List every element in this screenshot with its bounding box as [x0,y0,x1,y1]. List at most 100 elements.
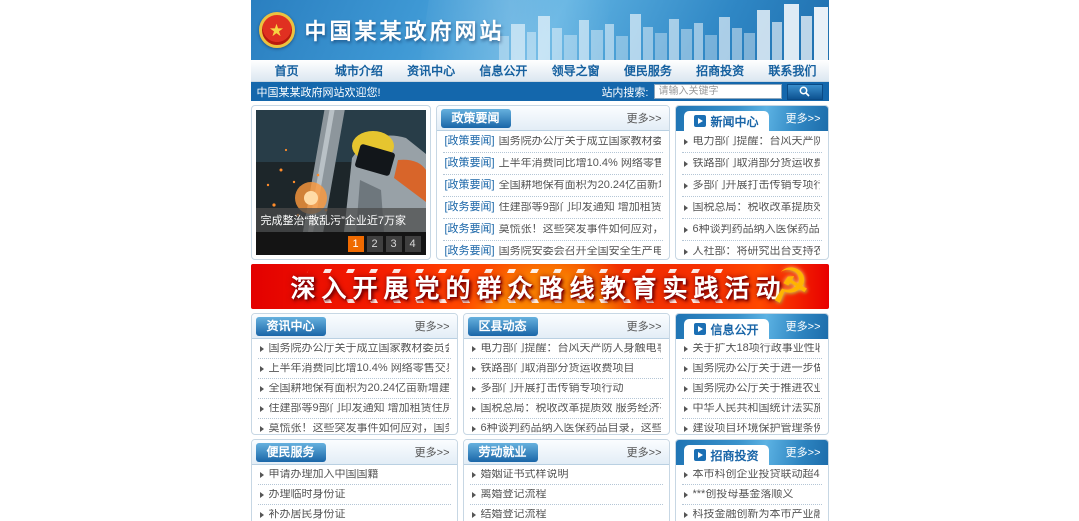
news-item[interactable]: 本市科创企业投贷联动超40亿元 [682,465,822,485]
news-item[interactable]: 铁路部门取消部分货运收费项目 [470,359,663,379]
page-button[interactable]: 4 [405,236,421,252]
news-tag: [政务要闻] [445,246,495,257]
news-item[interactable]: 多部门开展打击传销专项行动 [682,175,822,197]
nav-item[interactable]: 资讯中心 [395,60,467,81]
news-item[interactable]: 结婚登记流程 [470,505,663,521]
panel-tab[interactable]: 政策要闻 [441,109,511,128]
news-text: 办理临时身份证 [269,489,346,500]
page-container: ★ 中国某某政府网站 [251,0,829,521]
news-text: 国务院办公厅关于进一步做好 民间投资 [693,363,820,374]
news-item[interactable]: 国务院办公厅关于推进农业水价 综合改 [682,379,822,399]
more-link[interactable]: 更多>> [627,444,662,460]
news-item[interactable]: 关于扩大18项行政事业性收费免征范围 [682,339,822,359]
news-text: 关于扩大18项行政事业性收费免征范围 [693,343,820,354]
news-item[interactable]: [政策要闻] 国务院办公厅关于成立国家教材委员会的通知 [443,131,663,153]
news-text: 全国耕地保有面积为20.24亿亩新增建设用地面积增加 [269,383,449,394]
more-link[interactable]: 更多>> [415,444,450,460]
nav-item[interactable]: 便民服务 [612,60,684,81]
nav-item[interactable]: 首页 [251,60,323,81]
panel-tab[interactable]: 便民服务 [256,443,326,462]
news-carousel[interactable]: 完成整治“散乱污”企业近7万家 1 2 3 4 [251,105,431,260]
search-input[interactable] [654,84,782,99]
news-item[interactable]: 6种谈判药品纳入医保药品目录，这些细节你得知道 [470,419,663,435]
page-button[interactable]: 3 [386,236,402,252]
more-link[interactable]: 更多>> [415,318,450,334]
panel-tab[interactable]: 区县动态 [468,317,538,336]
main-row-3: 便民服务 更多>> 申请办理加入中国国籍 办理临时身份证 补办居民身份证 劳动就… [251,439,829,521]
triangle-bullet-icon [260,386,264,392]
nav-item[interactable]: 信息公开 [467,60,539,81]
news-item[interactable]: 国务院办公厅关于成立国家教材委员会的通知 [258,339,451,359]
triangle-bullet-icon [472,492,476,498]
news-item[interactable]: 申请办理加入中国国籍 [258,465,451,485]
triangle-bullet-icon [472,346,476,352]
news-item[interactable]: 婚姻证书式样说明 [470,465,663,485]
news-item[interactable]: 离婚登记流程 [470,485,663,505]
news-text: 建设项目环境保护管理条例 [693,423,820,434]
panel-header: 政策要闻 更多>> [437,106,669,131]
news-item[interactable]: 电力部门提醒：台风天严防人身触电事故 [682,131,822,153]
news-text: 国务院办公厅关于成立国家教材委员会的通知 [499,136,661,147]
news-text: 人社部：将研究出台支持农民工返乡创业 [693,246,820,257]
news-list: 关于扩大18项行政事业性收费免征范围 国务院办公厅关于进一步做好 民间投资 国务… [676,339,828,435]
news-item[interactable]: ***创投母基金落顺义 [682,485,822,505]
news-item[interactable]: 住建部等9部门印发通知 增加租赁住房有效供给 [258,399,451,419]
panel-header: 劳动就业 更多>> [464,440,669,465]
news-list: 婚姻证书式样说明 离婚登记流程 结婚登记流程 [464,465,669,521]
panel-tab[interactable]: 新闻中心 [684,111,769,131]
news-item[interactable]: 国税总局：税收改革提质效 服务经济有 [682,197,822,219]
news-item[interactable]: 补办居民身份证 [258,505,451,521]
panel-tab[interactable]: 招商投资 [684,445,769,465]
page-button[interactable]: 1 [348,236,364,252]
triangle-bullet-icon [684,386,688,392]
news-item[interactable]: 全国耕地保有面积为20.24亿亩新增建设用地面积增加 [258,379,451,399]
news-item[interactable]: 建设项目环境保护管理条例 [682,419,822,435]
nav-item[interactable]: 领导之窗 [540,60,612,81]
news-item[interactable]: 人社部：将研究出台支持农民工返乡创业 [682,241,822,260]
news-item[interactable]: 上半年消费同比增10.4% 网络零售交易额同比增33.4% [258,359,451,379]
news-item[interactable]: 多部门开展打击传销专项行动 [470,379,663,399]
triangle-bullet-icon [684,249,688,255]
page-button[interactable]: 2 [367,236,383,252]
triangle-bullet-icon [260,346,264,352]
more-link[interactable]: 更多>> [786,110,821,126]
news-item[interactable]: [政务要闻] 国务院安委会召开全国安全生产电视电话会议 [443,241,663,260]
panel-tab[interactable]: 信息公开 [684,319,769,339]
news-item[interactable]: 办理临时身份证 [258,485,451,505]
more-link[interactable]: 更多>> [786,444,821,460]
panel-tab[interactable]: 资讯中心 [256,317,326,336]
campaign-banner[interactable]: 深入开展党的群众路线教育实践活动 ☭ [251,264,829,309]
triangle-bullet-icon [684,512,688,518]
news-text: 国务院安委会召开全国安全生产电视电话会议 [499,246,661,257]
news-item[interactable]: [政务要闻] 莫慌张！这些突发事件如何应对，国务院都想 [443,219,663,241]
news-tag: [政策要闻] [445,180,495,191]
news-item[interactable]: 中华人民共和国统计法实施条例 [682,399,822,419]
panel-policy-news: 政策要闻 更多>> [政策要闻] 国务院办公厅关于成立国家教材委员会的通知 [政… [436,105,670,260]
news-list: [政策要闻] 国务院办公厅关于成立国家教材委员会的通知 [政策要闻] 上半年消费… [437,131,669,260]
nav-item[interactable]: 城市介绍 [323,60,395,81]
more-link[interactable]: 更多>> [627,110,662,126]
news-item[interactable]: 科技金融创新为本市产业融合注入活力 [682,505,822,521]
news-text: 中华人民共和国统计法实施条例 [693,403,820,414]
banner-text: 深入开展党的群众路线教育实践活动 [291,269,787,305]
news-item[interactable]: 6种谈判药品纳入医保药品目录，这些细 [682,219,822,241]
nav-item[interactable]: 招商投资 [684,60,756,81]
more-link[interactable]: 更多>> [627,318,662,334]
news-item[interactable]: 莫慌张！这些突发事件如何应对，国务院都想到了 [258,419,451,435]
panel-disclosure: 信息公开 更多>> 关于扩大18项行政事业性收费免征范围 国务院办公厅关于进一步… [675,313,829,435]
panel-header: 信息公开 更多>> [676,314,828,339]
news-item[interactable]: [政务要闻] 住建部等9部门印发通知 增加租赁住房有效 [443,197,663,219]
triangle-bullet-icon [260,492,264,498]
news-item[interactable]: 国务院办公厅关于进一步做好 民间投资 [682,359,822,379]
news-item[interactable]: 国税总局：税收改革提质效 服务经济有实招 [470,399,663,419]
triangle-bullet-icon [684,139,688,145]
news-item[interactable]: [政策要闻] 全国耕地保有面积为20.24亿亩新增建设 [443,175,663,197]
news-item[interactable]: [政策要闻] 上半年消费同比增10.4% 网络零售交易 [443,153,663,175]
nav-item[interactable]: 联系我们 [756,60,828,81]
carousel-caption[interactable]: 完成整治“散乱污”企业近7万家 [256,208,426,232]
more-link[interactable]: 更多>> [786,318,821,334]
search-button[interactable] [787,84,823,100]
news-item[interactable]: 铁路部门取消部分货运收费项目 [682,153,822,175]
panel-tab[interactable]: 劳动就业 [468,443,538,462]
news-item[interactable]: 电力部门提醒：台风天严防人身触电事故 [470,339,663,359]
